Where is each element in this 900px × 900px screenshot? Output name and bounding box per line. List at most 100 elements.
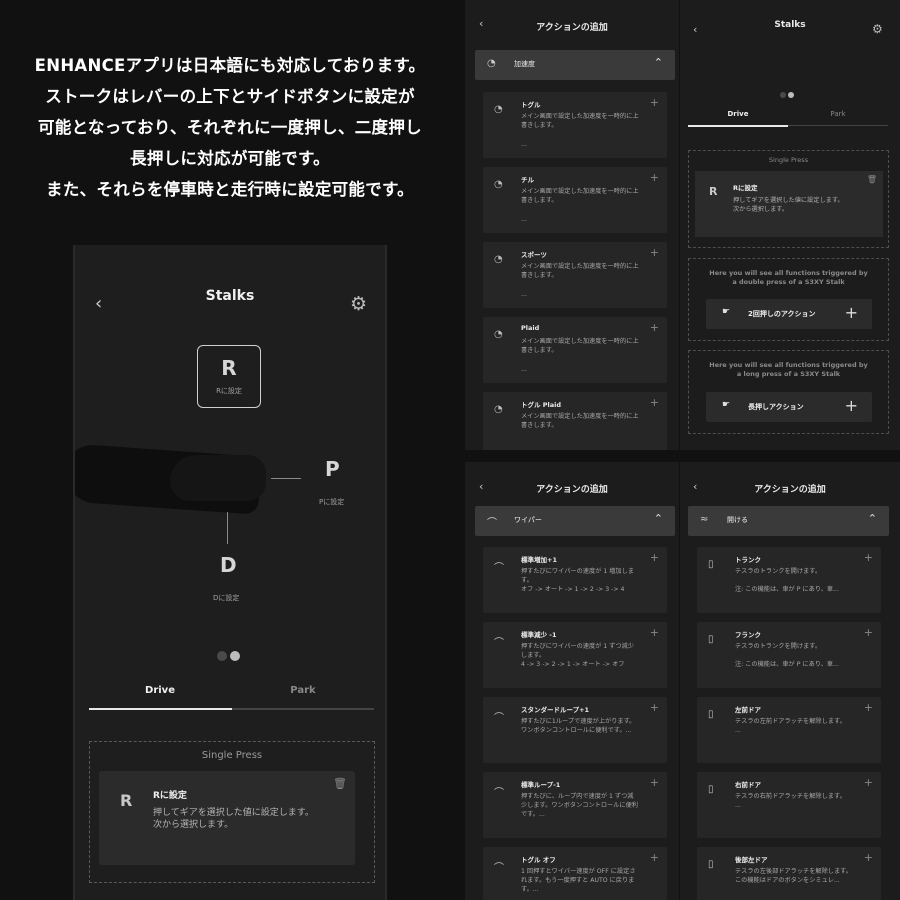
page-dot (217, 651, 227, 661)
action-description: テスラのトランクを開けます。 注: この機能は、車が P にあり、車... (735, 568, 839, 593)
add-action-open-screen: ‹ アクションの追加 ≈ 開ける ⌃ ▯ トランク テスラのトランクを開けます。 注… (680, 462, 900, 900)
car-part-icon: ▯ (708, 859, 714, 870)
action-description: 押すたびに、ループ内で速度が 1 ずつ減少します。ワンボタンコントロールに便利で… (521, 793, 638, 818)
gauge-icon: ◔ (494, 254, 503, 265)
gear-down-letter[interactable]: D (220, 553, 237, 577)
single-press-heading: Single Press (201, 750, 263, 761)
category-header[interactable]: ◔ 加速度 ⌃ (475, 50, 675, 80)
page-title: アクションの追加 (754, 485, 826, 495)
plus-icon[interactable]: + (650, 551, 659, 564)
action-item[interactable]: ⌒ スタンダードループ+1 押すたびに1ループで速度が上がります。ワンボタンコントロ… (483, 697, 667, 763)
action-item[interactable]: ▯ フランクテスラのトランクを開けます。 注: この機能は、車が P にあり、車.… (697, 622, 881, 688)
add-long-press-button[interactable]: ☛ 長押しアクション + (706, 392, 872, 422)
action-item[interactable]: ◔ トグル メイン画面で設定した加速度を一時的に上書きします。... + (483, 92, 667, 158)
action-description: テスラのトランクを開けます。 注: この機能は、車が P にあり、車... (735, 643, 839, 668)
action-title: トランク (735, 556, 761, 564)
plus-icon[interactable]: + (650, 396, 659, 409)
page-indicator (780, 83, 794, 102)
plus-icon[interactable]: + (864, 626, 873, 639)
double-tap-icon: ☛ (722, 307, 731, 317)
page-title: アクションの追加 (536, 23, 608, 33)
action-item[interactable]: ⌒ 標準ループ-1 押すたびに、ループ内で速度が 1 ずつ減少します。ワンボタンコン… (483, 772, 667, 838)
action-description: 押すたびにワイパーの速度が 1 増加します。 オフ -> オート -> 1 ->… (521, 568, 634, 593)
action-title: スタンダードループ+1 (521, 706, 590, 714)
plus-icon[interactable]: + (650, 701, 659, 714)
gear-up-setting[interactable]: R Rに設定 (197, 345, 261, 408)
page-indicator (217, 646, 243, 665)
button-label: 2回押しのアクション (748, 310, 816, 318)
tab-underline (688, 125, 888, 127)
gear-side-caption: Pに設定 (319, 498, 345, 506)
action-item[interactable]: ⌒ トグル オフ 1 回押すとワイパー速度が OFF に設定されます。もう一度押すと… (483, 847, 667, 900)
gear-side-letter[interactable]: P (325, 457, 340, 481)
action-title: 標準増加+1 (521, 556, 557, 564)
action-item[interactable]: ⌒ 標準増加+1 押すたびにワイパーの速度が 1 増加します。 オフ -> オート … (483, 547, 667, 613)
action-title: トグル オフ (521, 856, 556, 864)
settings-gear-icon[interactable]: ⚙ (872, 22, 883, 36)
tab-drive[interactable]: Drive (89, 685, 231, 696)
action-item[interactable]: ⌒ 標準減少 -1 押すたびにワイパーの速度が 1 ずつ減少します。 4 -> 3 … (483, 622, 667, 688)
action-item[interactable]: ◔ トグル Plaid メイン画面で設定した加速度を一時的に上書きします。 + (483, 392, 667, 450)
long-press-heading: Here you will see all functions triggere… (709, 361, 868, 378)
promo-line: 可能となっており、それぞれに一度押し、二度押し (38, 118, 422, 137)
stalk-lever-tip (170, 455, 266, 501)
action-description: メイン画面で設定した加速度を一時的に上書きします。 (521, 263, 639, 279)
plus-icon[interactable]: + (650, 96, 659, 109)
action-card[interactable]: R Rに設定 押してギアを選択した値に設定します。 次から選択します。 🗑 (695, 171, 883, 237)
gear-down-caption: Dに設定 (213, 594, 240, 602)
action-more: ... (521, 366, 527, 373)
category-label: 加速度 (514, 60, 535, 68)
plus-icon[interactable]: + (650, 246, 659, 259)
action-description: 押してギアを選択した値に設定します。 次から選択します。 (153, 808, 314, 830)
tab-park[interactable]: Park (232, 685, 374, 696)
trash-icon[interactable]: 🗑 (333, 777, 347, 790)
action-title: トグル (521, 101, 541, 109)
action-title: チル (521, 176, 534, 184)
plus-icon[interactable]: + (864, 551, 873, 564)
category-header[interactable]: ≈ 開ける ⌃ (688, 506, 889, 536)
action-item[interactable]: ◔ チル メイン画面で設定した加速度を一時的に上書きします。... + (483, 167, 667, 233)
plus-icon[interactable]: + (650, 851, 659, 864)
plus-icon[interactable]: + (864, 701, 873, 714)
action-item[interactable]: ▯ 右前ドア テスラの右前ドアラッチを解除します。 ... + (697, 772, 881, 838)
plus-icon[interactable]: + (864, 776, 873, 789)
category-header[interactable]: ⌒ ワイパー ⌃ (475, 506, 675, 536)
gauge-icon: ◔ (494, 329, 503, 340)
trash-icon[interactable]: 🗑 (867, 175, 877, 184)
plus-icon[interactable]: + (650, 626, 659, 639)
promo-line: ストークはレバーの上下とサイドボタンに設定が (45, 87, 415, 106)
action-card[interactable]: R Rに設定 押してギアを選択した値に設定します。 次から選択します。 🗑 (99, 771, 355, 865)
single-press-section: Single Press R Rに設定 押してギアを選択した値に設定します。 次… (688, 150, 889, 248)
action-title: 右前ドア (735, 781, 761, 789)
gauge-icon: ◔ (487, 58, 496, 69)
add-action-accel-screen: ‹ アクションの追加 ◔ 加速度 ⌃ ◔ トグル メイン画面で設定した加速度を一時的… (465, 0, 679, 450)
plus-icon[interactable]: + (650, 171, 659, 184)
action-item[interactable]: ◔ スポーツ メイン画面で設定した加速度を一時的に上書きします。... + (483, 242, 667, 308)
plus-icon[interactable]: + (864, 851, 873, 864)
settings-gear-icon[interactable]: ⚙ (350, 293, 367, 315)
action-item[interactable]: ▯ トランク テスラのトランクを開けます。 注: この機能は、車が P にあり、車.… (697, 547, 881, 613)
car-part-icon: ▯ (708, 634, 714, 645)
plus-icon[interactable]: + (650, 776, 659, 789)
action-title: トグル Plaid (521, 401, 562, 409)
add-double-press-button[interactable]: ☛ 2回押しのアクション + (706, 299, 872, 329)
tab-drive[interactable]: Drive (688, 110, 788, 118)
action-item[interactable]: ▯ 後部左ドア テスラの左後部ドアラッチを解除します。 この機能はドアのボタンをシミ… (697, 847, 881, 900)
action-title: フランク (735, 631, 761, 639)
category-label: 開ける (727, 516, 748, 524)
tab-park[interactable]: Park (788, 110, 888, 118)
page-dot (780, 92, 786, 98)
plus-icon[interactable]: + (650, 321, 659, 334)
page-title: Stalks (774, 20, 806, 30)
action-item[interactable]: ▯ 左前ドア テスラの左前ドアラッチを解除します。 ... + (697, 697, 881, 763)
page-dot-active (230, 651, 240, 661)
action-title: 標準減少 -1 (521, 631, 557, 639)
action-description: 押すたびにワイパーの速度が 1 ずつ減少します。 4 -> 3 -> 2 -> … (521, 643, 634, 668)
chevron-up-icon: ⌃ (867, 512, 877, 525)
single-press-heading: Single Press (768, 156, 809, 164)
page-title: アクションの追加 (536, 485, 608, 495)
action-item[interactable]: ◔ Plaid メイン画面で設定した加速度を一時的に上書きします。... + (483, 317, 667, 383)
action-title: 標準ループ-1 (521, 781, 561, 789)
action-description: メイン画面で設定した加速度を一時的に上書きします。 (521, 188, 639, 204)
action-more: ... (521, 291, 527, 298)
